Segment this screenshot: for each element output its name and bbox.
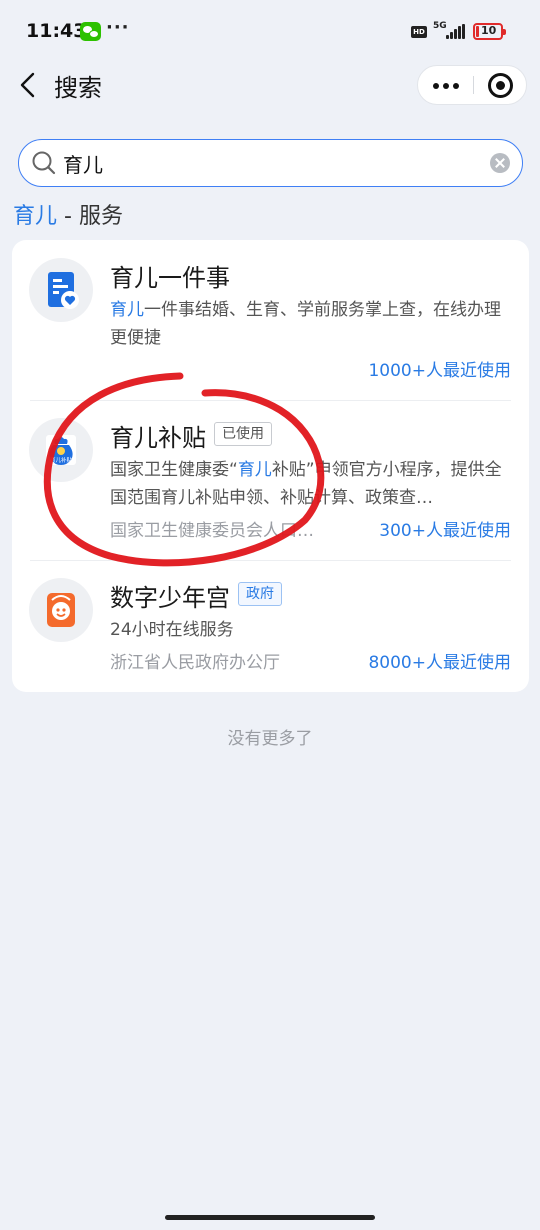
battery-icon: 10 — [473, 23, 506, 40]
section-heading: 育儿 - 服务 — [13, 198, 123, 230]
hd-badge: HD — [411, 26, 427, 38]
result-usage: 300+人最近使用 — [379, 521, 511, 541]
section-label: - 服务 — [57, 204, 123, 229]
result-provider: 国家卫生健康委员会人口… — [110, 521, 314, 541]
back-icon[interactable] — [14, 70, 44, 100]
more-options-icon[interactable] — [418, 66, 473, 104]
home-indicator[interactable] — [165, 1215, 375, 1220]
clear-search-icon[interactable] — [490, 153, 510, 173]
result-description: 国家卫生健康委“育儿补贴”申领官方小程序，提供全国范围育儿补贴申领、补贴计算、政… — [110, 456, 510, 512]
result-title: 育儿补贴 — [110, 424, 206, 452]
document-heart-icon — [29, 258, 93, 322]
search-icon — [32, 151, 56, 175]
page-title: 搜索 — [54, 74, 102, 102]
close-mini-program-icon[interactable] — [474, 66, 527, 104]
result-provider: 浙江省人民政府办公厅 — [110, 653, 280, 673]
desc-keyword: 育儿 — [110, 300, 144, 320]
network-label: 5G — [433, 21, 447, 31]
nav-header: 搜索 — [0, 62, 540, 110]
search-input[interactable] — [63, 148, 483, 178]
signal-icon — [446, 24, 466, 39]
desc-text: 一件事结婚、生育、学前服务掌上查，在线办理更便捷 — [110, 300, 501, 348]
battery-level: 10 — [481, 24, 497, 37]
result-title: 数字少年宫 — [110, 584, 230, 612]
result-item-parenting-one-stop[interactable]: 育儿一件事 育儿一件事结婚、生育、学前服务掌上查，在线办理更便捷 1000+人最… — [12, 240, 529, 400]
result-description: 24小时在线服务 — [110, 620, 234, 640]
money-bag-icon: 育儿补贴 — [29, 418, 93, 482]
wechat-icon — [80, 22, 101, 41]
status-bar: 11:43 ··· HD 5G 10 — [0, 0, 540, 62]
result-item-parenting-subsidy[interactable]: 育儿补贴 育儿补贴 已使用 国家卫生健康委“育儿补贴”申领官方小程序，提供全国范… — [12, 400, 529, 560]
results-card: 育儿一件事 育儿一件事结婚、生育、学前服务掌上查，在线办理更便捷 1000+人最… — [12, 240, 529, 692]
notification-more-icon: ··· — [106, 17, 130, 38]
subsidy-icon-label: 育儿补贴 — [50, 456, 73, 464]
mini-program-capsule — [417, 65, 527, 105]
section-keyword: 育儿 — [13, 204, 58, 229]
result-usage: 1000+人最近使用 — [368, 361, 511, 381]
result-title: 育儿一件事 — [110, 264, 230, 292]
no-more-results-text: 没有更多了 — [227, 729, 313, 749]
search-box[interactable] — [18, 139, 523, 187]
used-badge: 已使用 — [214, 422, 272, 446]
status-time: 11:43 — [26, 20, 87, 42]
orange-mascot-icon — [29, 578, 93, 642]
desc-keyword: 育儿 — [237, 460, 272, 480]
result-item-digital-youth-palace[interactable]: 数字少年宫 政府 24小时在线服务 浙江省人民政府办公厅 8000+人最近使用 — [12, 560, 529, 692]
government-badge: 政府 — [238, 582, 282, 606]
result-description: 育儿一件事结婚、生育、学前服务掌上查，在线办理更便捷 — [110, 296, 510, 352]
result-usage: 8000+人最近使用 — [368, 653, 511, 673]
desc-prefix: 国家卫生健康委“ — [110, 460, 238, 480]
